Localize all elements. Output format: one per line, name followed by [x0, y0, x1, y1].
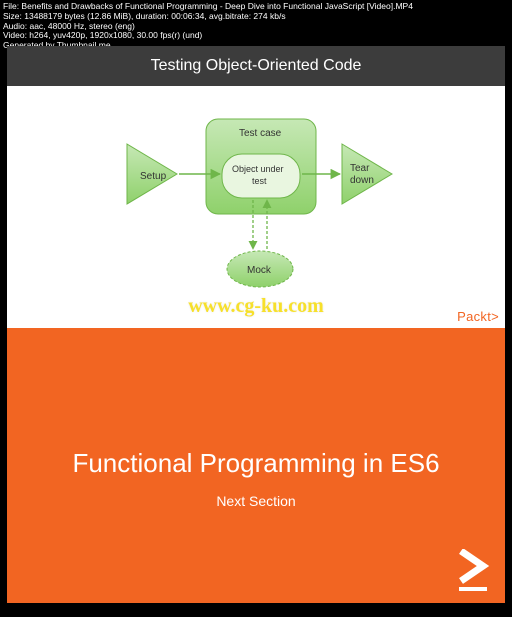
label-tear-down-1: Tear: [350, 163, 370, 174]
node-mock: Mock: [227, 251, 293, 287]
label-setup: Setup: [140, 171, 167, 182]
video-frame: Testing Object-Oriented Code Setup: [7, 46, 505, 603]
next-section-panel: Functional Programming in ES6 Next Secti…: [7, 328, 505, 603]
packt-logo: Packt>: [457, 309, 499, 324]
next-section-title: Functional Programming in ES6: [7, 328, 505, 479]
node-object-under-test: Object under test: [222, 154, 300, 198]
node-tear-down: Tear down: [342, 144, 392, 204]
diagram-area: Setup Tear down Test case Object under t…: [7, 86, 505, 328]
flow-diagram: Setup Tear down Test case Object under t…: [7, 86, 505, 328]
label-mock: Mock: [247, 265, 272, 276]
slide-title-bar: Testing Object-Oriented Code: [7, 46, 505, 86]
label-out-1: Object under: [232, 164, 284, 174]
slide-title: Testing Object-Oriented Code: [151, 57, 362, 74]
label-test-case: Test case: [239, 128, 282, 139]
node-setup: Setup: [127, 144, 177, 204]
next-section-subtitle: Next Section: [7, 479, 505, 509]
watermark-text: www.cg-ku.com: [188, 295, 324, 318]
label-out-2: test: [252, 176, 267, 186]
chevron-right-icon: [455, 549, 495, 595]
label-tear-down-2: down: [350, 175, 374, 186]
